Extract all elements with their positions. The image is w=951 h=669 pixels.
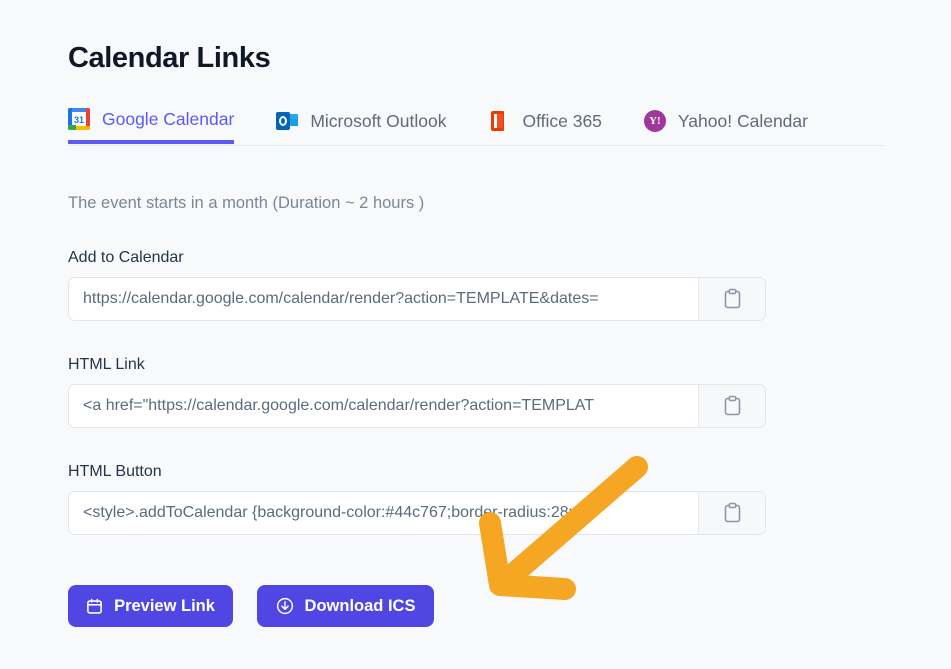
clipboard-icon bbox=[723, 502, 742, 524]
yahoo-calendar-icon: Y! bbox=[643, 110, 666, 132]
html-link-input[interactable]: <a href="https://calendar.google.com/cal… bbox=[69, 385, 698, 427]
page-title: Calendar Links bbox=[68, 42, 271, 74]
preview-link-button[interactable]: Preview Link bbox=[68, 585, 233, 627]
field-add-to-calendar: Add to Calendar https://calendar.google.… bbox=[68, 248, 766, 321]
clipboard-icon bbox=[723, 395, 742, 417]
tab-microsoft-outlook[interactable]: Microsoft Outlook bbox=[276, 98, 446, 144]
tab-label-yahoo-calendar: Yahoo! Calendar bbox=[677, 110, 808, 131]
google-calendar-icon: 31 bbox=[68, 108, 90, 130]
field-html-link: HTML Link <a href="https://calendar.goog… bbox=[68, 355, 766, 428]
download-ics-button[interactable]: Download ICS bbox=[257, 585, 434, 627]
field-label-html-button: HTML Button bbox=[68, 463, 162, 480]
clipboard-icon bbox=[723, 288, 742, 310]
preview-link-label: Preview Link bbox=[114, 596, 215, 615]
office-365-icon bbox=[488, 110, 510, 132]
html-button-input[interactable]: <style>.addToCalendar {background-color:… bbox=[69, 492, 698, 534]
microsoft-outlook-icon bbox=[276, 110, 299, 132]
download-ics-label: Download ICS bbox=[304, 596, 416, 615]
field-row-html-link: <a href="https://calendar.google.com/cal… bbox=[68, 384, 766, 428]
download-circle-icon bbox=[276, 597, 294, 615]
copy-html-link-button[interactable] bbox=[698, 385, 765, 427]
calendar-provider-tabs: 31 Google Calendar Microsoft Outlook Off… bbox=[68, 98, 884, 146]
field-html-button: HTML Button <style>.addToCalendar {backg… bbox=[68, 462, 766, 535]
tab-label-google-calendar: Google Calendar bbox=[102, 108, 235, 129]
field-label-html-link: HTML Link bbox=[68, 356, 145, 373]
copy-add-to-calendar-button[interactable] bbox=[698, 278, 765, 320]
field-label-add-to-calendar: Add to Calendar bbox=[68, 249, 184, 266]
google-calendar-day-number: 31 bbox=[73, 115, 84, 125]
tab-yahoo-calendar[interactable]: Y! Yahoo! Calendar bbox=[643, 98, 808, 144]
tab-label-microsoft-outlook: Microsoft Outlook bbox=[310, 110, 447, 131]
add-to-calendar-input[interactable]: https://calendar.google.com/calendar/ren… bbox=[69, 278, 698, 320]
copy-html-button-button[interactable] bbox=[698, 492, 765, 534]
calendar-icon bbox=[86, 598, 103, 615]
tab-office-365[interactable]: Office 365 bbox=[488, 98, 602, 144]
field-row-html-button: <style>.addToCalendar {background-color:… bbox=[68, 491, 766, 535]
calendar-links-page: Calendar Links 31 Google Calendar Micros… bbox=[0, 0, 951, 669]
event-duration-description: The event starts in a month (Duration ~ … bbox=[68, 194, 425, 212]
tab-google-calendar[interactable]: 31 Google Calendar bbox=[68, 98, 235, 144]
field-row-add-to-calendar: https://calendar.google.com/calendar/ren… bbox=[68, 277, 766, 321]
tab-label-office-365: Office 365 bbox=[522, 110, 602, 131]
